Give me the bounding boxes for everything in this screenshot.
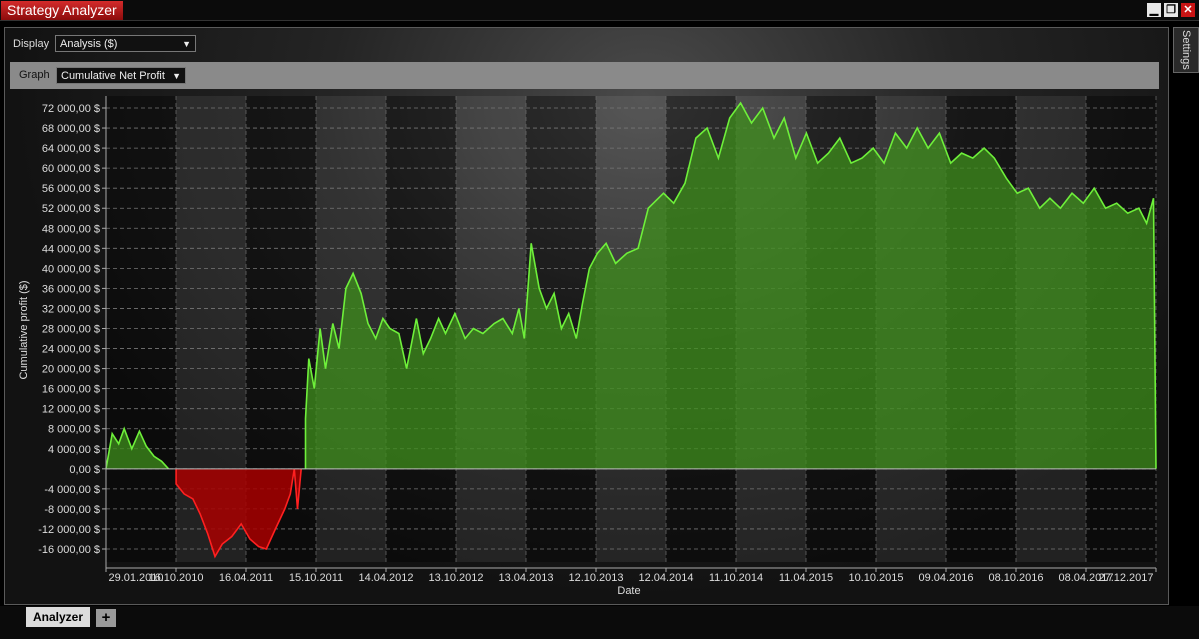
x-tick-label: 16.10.2010 — [148, 572, 203, 584]
x-tick-label: 11.10.2014 — [709, 572, 763, 584]
y-tick-label: 52 000,00 $ — [42, 203, 100, 215]
y-tick-label: 12 000,00 $ — [42, 404, 100, 416]
x-tick-label: 16.04.2011 — [219, 572, 273, 584]
x-tick-label: 11.04.2015 — [779, 572, 833, 584]
x-tick-label: 15.10.2011 — [289, 572, 343, 584]
add-tab-button[interactable]: + — [96, 609, 116, 627]
y-tick-label: -12 000,00 $ — [38, 524, 100, 536]
y-tick-label: 16 000,00 $ — [42, 384, 100, 396]
date-band — [386, 96, 456, 562]
y-tick-label: 40 000,00 $ — [42, 263, 100, 275]
y-tick-label: 60 000,00 $ — [42, 163, 100, 175]
y-tick-label: 28 000,00 $ — [42, 324, 100, 336]
y-tick-label: 32 000,00 $ — [42, 303, 100, 315]
tab-analyzer[interactable]: Analyzer — [26, 607, 90, 627]
bottom-tab-bar — [0, 606, 1199, 639]
date-band — [106, 96, 176, 562]
y-tick-label: 64 000,00 $ — [42, 143, 100, 155]
y-tick-label: -8 000,00 $ — [44, 504, 100, 516]
y-tick-label: 8 000,00 $ — [48, 424, 100, 436]
y-axis-label: Cumulative profit ($) — [18, 280, 30, 379]
y-tick-label: 72 000,00 $ — [42, 103, 100, 115]
x-axis-label: Date — [617, 585, 640, 597]
y-tick-label: -4 000,00 $ — [44, 484, 100, 496]
y-tick-label: 24 000,00 $ — [42, 344, 100, 356]
x-tick-label: 10.10.2015 — [848, 572, 903, 584]
y-tick-label: 20 000,00 $ — [42, 364, 100, 376]
x-tick-label: 09.04.2016 — [918, 572, 973, 584]
y-tick-label: 44 000,00 $ — [42, 243, 100, 255]
y-tick-label: 68 000,00 $ — [42, 123, 100, 135]
x-tick-label: 14.04.2012 — [358, 572, 413, 584]
x-tick-label: 12.04.2014 — [638, 572, 693, 584]
y-tick-label: 48 000,00 $ — [42, 223, 100, 235]
y-tick-label: 56 000,00 $ — [42, 183, 100, 195]
cumulative-profit-chart: 72 000,00 $ 68 000,00 $ 64 000,00 $ 60 000,… — [18, 96, 1157, 597]
x-tick-label: 13.10.2012 — [428, 572, 483, 584]
y-tick-label: -16 000,00 $ — [38, 544, 100, 556]
x-tick-label: 13.04.2013 — [498, 572, 553, 584]
x-tick-label: 08.10.2016 — [988, 572, 1043, 584]
x-tick-label: 12.10.2013 — [568, 572, 623, 584]
y-tick-label: 0,00 $ — [69, 464, 100, 476]
x-tick-label: 27.12.2017 — [1098, 572, 1153, 584]
y-tick-label: 36 000,00 $ — [42, 283, 100, 295]
y-tick-label: 4 000,00 $ — [48, 444, 100, 456]
